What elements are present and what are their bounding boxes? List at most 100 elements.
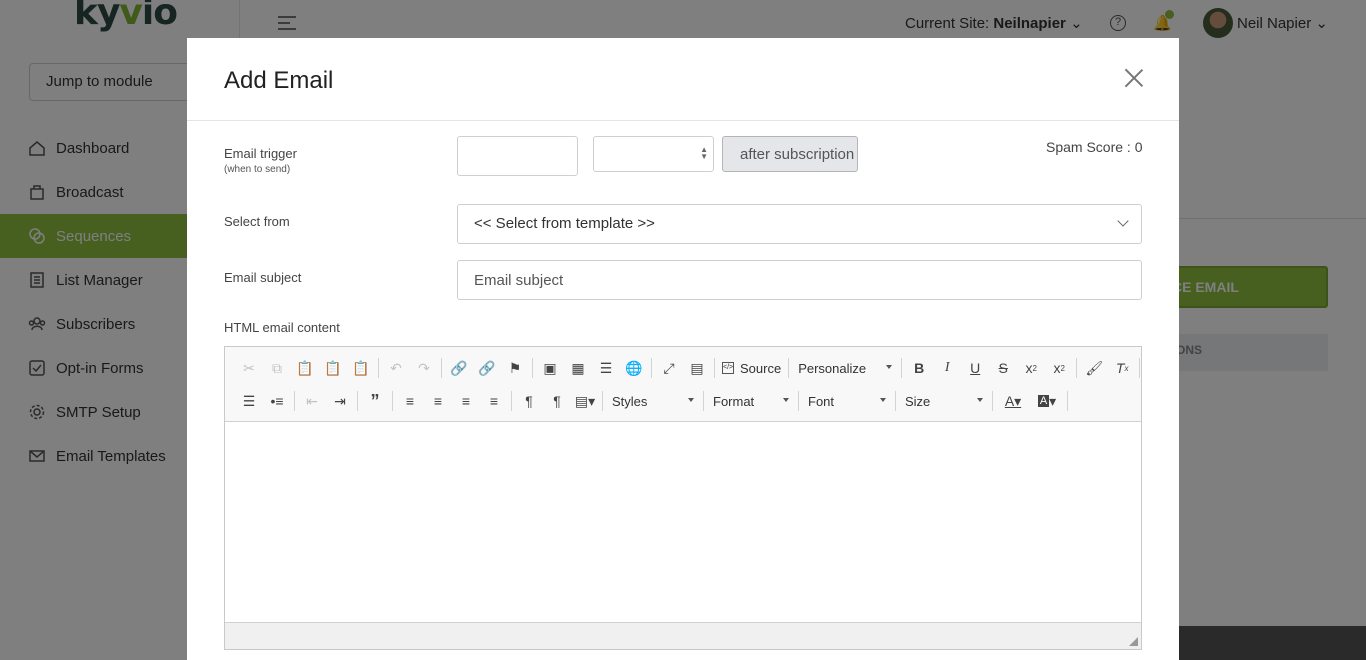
stepper-icon: ▲ ▼: [700, 145, 708, 161]
source-label: Source: [740, 360, 782, 376]
superscript-icon[interactable]: x2: [1045, 356, 1073, 380]
toolbar-separator: [714, 358, 715, 378]
personalize-label: Personalize: [798, 360, 867, 376]
html-editor: ✂ ⧉ 📋 📋 📋 ↶ ↷ 🔗 🔗 ⚑ ▣ ▦ ☰ 🌐 ⤢ ▤ </> Sour…: [224, 346, 1142, 650]
table-icon[interactable]: ▦: [564, 356, 592, 380]
align-left-icon[interactable]: ≡: [396, 389, 424, 413]
editor-toolbar: ✂ ⧉ 📋 📋 📋 ↶ ↷ 🔗 🔗 ⚑ ▣ ▦ ☰ 🌐 ⤢ ▤ </> Sour…: [225, 347, 1141, 422]
toolbar-row: ✂ ⧉ 📋 📋 📋 ↶ ↷ 🔗 🔗 ⚑ ▣ ▦ ☰ 🌐 ⤢ ▤ </> Sour…: [235, 354, 1143, 382]
paste-icon[interactable]: 📋: [291, 356, 319, 380]
html-content-label: HTML email content: [224, 320, 340, 335]
modal-header: Add Email: [187, 38, 1179, 121]
text-direction-rtl-icon[interactable]: ¶: [543, 389, 571, 413]
size-dropdown[interactable]: Size: [899, 389, 989, 413]
source-button[interactable]: </> Source: [718, 356, 785, 380]
align-center-icon[interactable]: ≡: [424, 389, 452, 413]
styles-dropdown[interactable]: Styles: [606, 389, 700, 413]
resize-handle-icon[interactable]: [1129, 637, 1138, 646]
toolbar-separator: [703, 391, 704, 411]
toolbar-separator: [602, 391, 603, 411]
link-icon[interactable]: 🔗: [445, 356, 473, 380]
redo-icon[interactable]: ↷: [410, 356, 438, 380]
toolbar-separator: [1076, 358, 1078, 378]
trigger-after-field: after subscription: [722, 136, 858, 172]
email-subject-label: Email subject: [224, 270, 302, 285]
editor-status-bar: [225, 622, 1141, 649]
add-email-modal: Add Email Email trigger (when to send) ▲…: [187, 38, 1179, 660]
editor-content-area[interactable]: [225, 422, 1141, 622]
undo-icon[interactable]: ↶: [382, 356, 410, 380]
trigger-unit-select[interactable]: ▲ ▼: [593, 136, 714, 172]
paste-word-icon[interactable]: 📋: [347, 356, 375, 380]
unlink-icon[interactable]: 🔗: [473, 356, 501, 380]
strikethrough-icon[interactable]: S: [989, 356, 1017, 380]
chevron-down-icon: [1117, 215, 1129, 227]
toolbar-row: ☰ •≡ ⇤ ⇥ ” ≡ ≡ ≡ ≡ ¶ ¶ ▤▾ Styles Format …: [235, 387, 1071, 415]
toolbar-separator: [1067, 391, 1068, 411]
styles-label: Styles: [612, 393, 648, 409]
toolbar-separator: [392, 391, 393, 411]
horizontal-line-icon[interactable]: ☰: [592, 356, 620, 380]
anchor-flag-icon[interactable]: ⚑: [501, 356, 529, 380]
align-justify-icon[interactable]: ≡: [480, 389, 508, 413]
background-color-icon[interactable]: A ▾: [1030, 389, 1064, 413]
bold-icon[interactable]: B: [905, 356, 933, 380]
chevron-down-icon: [886, 365, 893, 369]
template-select[interactable]: << Select from template >>: [457, 204, 1142, 244]
blockquote-icon[interactable]: ”: [361, 389, 389, 413]
toolbar-separator: [992, 391, 993, 411]
trigger-number-input[interactable]: [457, 136, 578, 176]
show-blocks-icon[interactable]: ▤: [683, 356, 711, 380]
toolbar-separator: [798, 391, 799, 411]
align-right-icon[interactable]: ≡: [452, 389, 480, 413]
toolbar-separator: [378, 358, 379, 378]
toolbar-separator: [441, 358, 442, 378]
subscript-icon[interactable]: x2: [1017, 356, 1045, 380]
toolbar-separator: [294, 391, 295, 411]
language-icon[interactable]: ▤▾: [571, 389, 599, 413]
email-trigger-sublabel: (when to send): [224, 164, 291, 175]
personalize-dropdown[interactable]: Personalize: [792, 356, 898, 380]
select-from-label: Select from: [224, 214, 290, 229]
iframe-globe-icon[interactable]: 🌐: [620, 356, 648, 380]
toolbar-separator: [1139, 358, 1141, 378]
toolbar-separator: [895, 391, 896, 411]
chevron-down-icon: [688, 398, 694, 402]
remove-format-icon[interactable]: Tx: [1108, 356, 1136, 380]
toolbar-separator: [901, 358, 903, 378]
bulleted-list-icon[interactable]: •≡: [263, 389, 291, 413]
close-icon[interactable]: [1124, 68, 1144, 88]
format-label: Format: [713, 393, 755, 409]
copy-formatting-icon[interactable]: 🖌: [1080, 356, 1108, 380]
toolbar-separator: [788, 358, 790, 378]
copy-icon[interactable]: ⧉: [263, 356, 291, 380]
italic-icon[interactable]: I: [933, 356, 961, 380]
size-label: Size: [905, 393, 931, 409]
cut-icon[interactable]: ✂: [235, 356, 263, 380]
paste-text-icon[interactable]: 📋: [319, 356, 347, 380]
numbered-list-icon[interactable]: ☰: [235, 389, 263, 413]
text-color-icon[interactable]: A▾: [996, 389, 1030, 413]
underline-icon[interactable]: U: [961, 356, 989, 380]
source-icon: </>: [722, 362, 734, 374]
chevron-down-icon: [977, 398, 983, 402]
outdent-icon[interactable]: ⇤: [298, 389, 326, 413]
toolbar-separator: [511, 391, 512, 411]
chevron-down-icon: [783, 398, 789, 402]
chevron-down-icon: [880, 398, 886, 402]
text-direction-ltr-icon[interactable]: ¶: [515, 389, 543, 413]
email-subject-input[interactable]: [457, 260, 1142, 300]
toolbar-separator: [532, 358, 533, 378]
modal-title: Add Email: [224, 67, 334, 94]
maximize-icon[interactable]: ⤢: [655, 356, 683, 380]
font-label: Font: [808, 393, 835, 409]
image-icon[interactable]: ▣: [536, 356, 564, 380]
email-trigger-label: Email trigger: [224, 146, 297, 161]
toolbar-separator: [357, 391, 358, 411]
template-select-value: << Select from template >>: [474, 215, 655, 232]
indent-icon[interactable]: ⇥: [326, 389, 354, 413]
toolbar-separator: [651, 358, 652, 378]
font-dropdown[interactable]: Font: [802, 389, 892, 413]
spam-score: Spam Score : 0: [1046, 139, 1143, 155]
format-dropdown[interactable]: Format: [707, 389, 795, 413]
